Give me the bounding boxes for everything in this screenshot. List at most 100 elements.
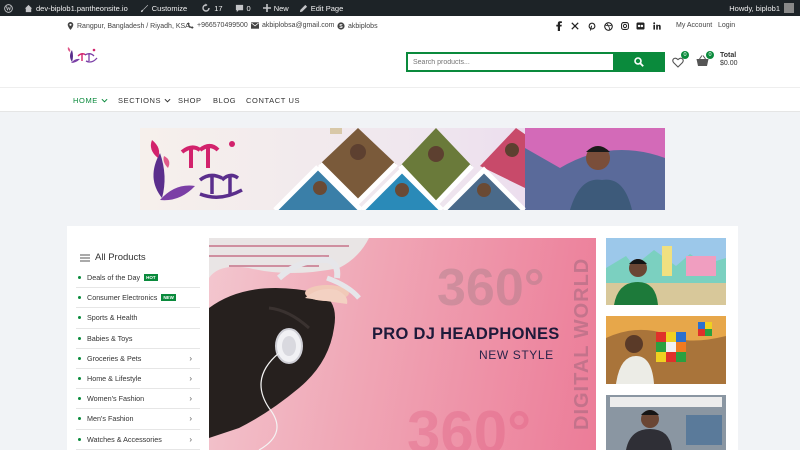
flickr-icon[interactable] <box>633 21 649 31</box>
brush-icon <box>140 4 148 12</box>
skype-info[interactable]: S akbiplobs <box>337 22 378 30</box>
nav-contact[interactable]: CONTACT US <box>246 96 300 105</box>
my-account-link[interactable]: My Account <box>676 22 712 29</box>
category-label: Home & Lifestyle <box>87 374 142 384</box>
cart-total-label: Total <box>720 52 737 59</box>
nav-shop-label: SHOP <box>178 96 202 105</box>
nav-blog-label: BLOG <box>213 96 237 105</box>
side-promo-image-3[interactable] <box>606 395 726 450</box>
hero-headphones-image <box>209 238 369 450</box>
wp-admin-bar: W dev-biplob1.pantheonsite.io Customize … <box>0 0 800 16</box>
chevron-right-icon: › <box>189 353 192 363</box>
menu-icon <box>80 253 90 262</box>
login-link[interactable]: Login <box>718 22 735 29</box>
category-item[interactable]: Deals of the Day HOT <box>76 268 200 289</box>
category-label: Groceries & Pets <box>87 353 142 363</box>
chevron-right-icon: › <box>189 414 192 424</box>
wishlist-count-badge: 0 <box>681 51 689 59</box>
bullet-icon <box>78 437 81 441</box>
admin-avatar <box>784 3 794 13</box>
category-label: Deals of the Day <box>87 273 141 283</box>
dribbble-icon[interactable] <box>600 21 616 31</box>
cart-count-badge: 0 <box>706 51 714 59</box>
category-item[interactable]: Home & Lifestyle › <box>76 369 200 390</box>
phone-info[interactable]: +966570499500 <box>187 22 248 29</box>
category-item[interactable]: Men's Fashion › <box>76 409 200 430</box>
phone-text: +966570499500 <box>197 22 248 29</box>
nav-sections[interactable]: SECTIONS <box>118 96 171 105</box>
location-text: Rangpur, Bangladesh / Riyadh, KSA <box>77 22 190 30</box>
side-promo-image-2[interactable] <box>606 316 726 384</box>
category-tag-badge: NEW <box>161 294 176 302</box>
side-promo-image-1[interactable] <box>606 238 726 305</box>
chevron-down-icon <box>164 98 171 103</box>
comment-icon <box>235 4 243 12</box>
cart-total[interactable]: Total $0.00 <box>720 52 738 68</box>
nav-home[interactable]: HOME <box>73 96 108 105</box>
search-box <box>406 52 665 72</box>
admin-comments-count: 0 <box>246 3 251 13</box>
category-label: Sports & Health <box>87 313 138 323</box>
admin-comments-link[interactable]: 0 <box>231 0 255 16</box>
admin-updates-count: 17 <box>214 3 223 13</box>
site-header: 0 0 Total $0.00 <box>0 36 800 87</box>
main-navigation: HOME SECTIONS SHOP BLOG CONTACT US <box>0 87 800 112</box>
wordpress-logo-icon[interactable]: W <box>0 0 20 16</box>
search-input[interactable] <box>408 54 614 70</box>
nav-shop[interactable]: SHOP <box>178 96 202 105</box>
admin-customize-link[interactable]: Customize <box>136 0 191 16</box>
svg-text:S: S <box>339 24 343 30</box>
admin-site-link[interactable]: dev-biplob1.pantheonsite.io <box>20 0 132 16</box>
bullet-icon <box>78 397 81 401</box>
bullet-icon <box>78 276 81 280</box>
chevron-right-icon: › <box>189 373 192 383</box>
all-products-header[interactable]: All Products <box>80 252 146 263</box>
site-logo[interactable] <box>66 44 100 70</box>
plus-icon <box>262 4 271 12</box>
admin-new-link[interactable]: New <box>259 0 293 16</box>
skype-text: akbiplobs <box>348 22 378 30</box>
top-bar: Rangpur, Bangladesh / Riyadh, KSA +96657… <box>0 16 800 36</box>
bullet-icon <box>78 296 81 300</box>
heart-icon <box>672 57 684 68</box>
promo-banner[interactable] <box>140 128 665 210</box>
pencil-icon <box>299 4 307 12</box>
chevron-right-icon: › <box>189 394 192 404</box>
home-icon <box>24 4 33 12</box>
category-item[interactable]: Groceries & Pets › <box>76 349 200 369</box>
category-item[interactable]: Watches & Accessories › <box>76 430 200 450</box>
skype-icon: S <box>337 22 345 30</box>
category-item[interactable]: Babies & Toys <box>76 329 200 349</box>
admin-updates-link[interactable]: 17 <box>197 0 226 16</box>
hero-slider[interactable]: 360° 360° PRO DJ HEADPHONES NEW STYLE DI… <box>209 238 596 450</box>
nav-blog[interactable]: BLOG <box>213 96 236 105</box>
x-icon[interactable] <box>567 21 583 31</box>
instagram-icon[interactable] <box>617 21 633 31</box>
refresh-icon <box>202 3 210 12</box>
location-pin-icon <box>67 22 74 30</box>
wishlist-button[interactable]: 0 <box>672 51 689 73</box>
bullet-icon <box>78 316 81 320</box>
search-button[interactable] <box>613 52 665 72</box>
admin-edit-page-link[interactable]: Edit Page <box>295 0 348 16</box>
category-label: Men's Fashion <box>87 414 134 424</box>
email-info[interactable]: akbiplobsa@gmail.com <box>251 22 334 29</box>
admin-customize-label: Customize <box>151 3 188 13</box>
cart-button[interactable]: 0 <box>696 51 714 72</box>
category-label: Babies & Toys <box>87 333 133 343</box>
search-icon <box>634 57 644 67</box>
bullet-icon <box>78 417 81 421</box>
nav-sections-label: SECTIONS <box>118 96 162 105</box>
pinterest-icon[interactable] <box>584 21 600 31</box>
linkedin-icon[interactable] <box>649 21 665 31</box>
nav-contact-label: CONTACT US <box>246 96 301 105</box>
category-item[interactable]: Sports & Health <box>76 308 200 329</box>
category-item[interactable]: Women's Fashion › <box>76 389 200 410</box>
facebook-icon[interactable] <box>551 21 567 31</box>
svg-text:W: W <box>6 6 12 12</box>
category-label: Watches & Accessories <box>87 434 162 444</box>
category-item[interactable]: Consumer Electronics NEW <box>76 288 200 309</box>
admin-account-menu[interactable]: Howdy, biplob1 <box>729 3 800 13</box>
chevron-right-icon: › <box>189 434 192 444</box>
admin-site-name: dev-biplob1.pantheonsite.io <box>36 3 128 13</box>
